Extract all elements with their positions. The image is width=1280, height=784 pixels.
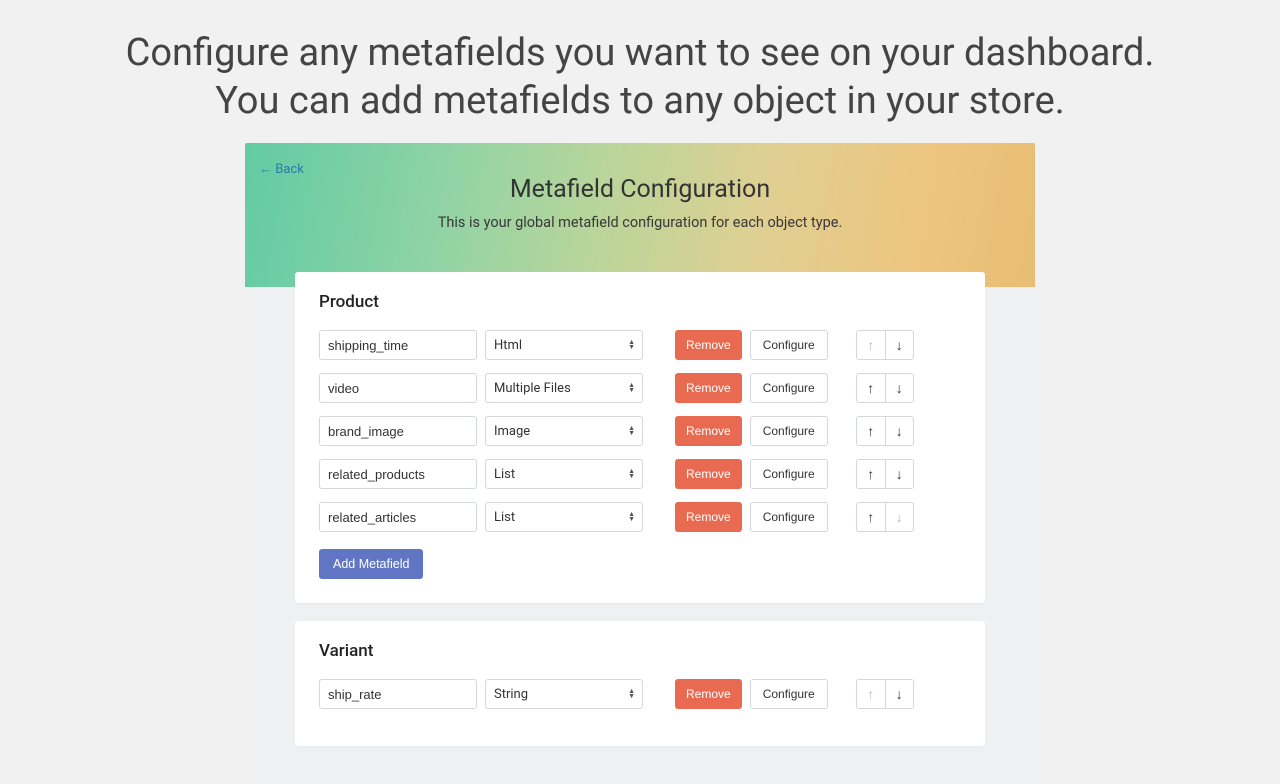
metafield-type-select[interactable]: List ▲▼: [485, 502, 643, 532]
reorder-group: ↑↓: [856, 679, 914, 709]
select-value: Html: [494, 338, 522, 353]
select-arrows-icon: ▲▼: [628, 340, 635, 350]
metafield-row: List ▲▼ Remove Configure ↑↓: [319, 502, 961, 532]
select-arrows-icon: ▲▼: [628, 383, 635, 393]
reorder-group: ↑↓: [856, 502, 914, 532]
metafield-row: Multiple Files ▲▼ Remove Configure ↑↓: [319, 373, 961, 403]
metafield-type-select[interactable]: Html ▲▼: [485, 330, 643, 360]
metafield-name-input[interactable]: [319, 459, 477, 489]
remove-button[interactable]: Remove: [675, 373, 742, 403]
section-title: Variant: [319, 641, 961, 661]
reorder-group: ↑↓: [856, 330, 914, 360]
metafield-name-input[interactable]: [319, 416, 477, 446]
select-value: List: [494, 467, 515, 482]
move-up-button[interactable]: ↑: [856, 416, 885, 446]
select-value: String: [494, 687, 528, 702]
back-link[interactable]: ← Back: [259, 161, 304, 177]
heading-line-2: You can add metafields to any object in …: [0, 78, 1280, 126]
configure-button[interactable]: Configure: [750, 330, 828, 360]
remove-button[interactable]: Remove: [675, 330, 742, 360]
configure-button[interactable]: Configure: [750, 502, 828, 532]
select-arrows-icon: ▲▼: [628, 512, 635, 522]
metafield-name-input[interactable]: [319, 502, 477, 532]
move-down-button: ↓: [885, 502, 914, 532]
remove-button[interactable]: Remove: [675, 679, 742, 709]
select-value: List: [494, 510, 515, 525]
select-arrows-icon: ▲▼: [628, 426, 635, 436]
configure-button[interactable]: Configure: [750, 416, 828, 446]
remove-button[interactable]: Remove: [675, 416, 742, 446]
metafield-name-input[interactable]: [319, 330, 477, 360]
move-up-button: ↑: [856, 679, 885, 709]
add-metafield-button[interactable]: Add Metafield: [319, 549, 423, 579]
marketing-heading: Configure any metafields you want to see…: [0, 0, 1280, 143]
move-down-button[interactable]: ↓: [885, 416, 914, 446]
move-down-button[interactable]: ↓: [885, 679, 914, 709]
select-value: Image: [494, 424, 530, 439]
metafield-type-select[interactable]: List ▲▼: [485, 459, 643, 489]
metafield-type-select[interactable]: String ▲▼: [485, 679, 643, 709]
select-value: Multiple Files: [494, 381, 571, 396]
metafield-row: List ▲▼ Remove Configure ↑↓: [319, 459, 961, 489]
section-card: ProductHtml▲▼RemoveConfigure↑↓Multiple F…: [295, 272, 985, 603]
move-up-button[interactable]: ↑: [856, 373, 885, 403]
metafield-type-select[interactable]: Multiple Files ▲▼: [485, 373, 643, 403]
configure-button[interactable]: Configure: [750, 459, 828, 489]
move-up-button[interactable]: ↑: [856, 502, 885, 532]
heading-line-1: Configure any metafields you want to see…: [0, 30, 1280, 78]
reorder-group: ↑↓: [856, 416, 914, 446]
cards-container: ProductHtml▲▼RemoveConfigure↑↓Multiple F…: [245, 272, 1035, 784]
configure-button[interactable]: Configure: [750, 679, 828, 709]
metafield-type-select[interactable]: Image ▲▼: [485, 416, 643, 446]
reorder-group: ↑↓: [856, 373, 914, 403]
select-arrows-icon: ▲▼: [628, 469, 635, 479]
page-subtitle: This is your global metafield configurat…: [245, 214, 1035, 231]
metafield-row: Html ▲▼ Remove Configure ↑↓: [319, 330, 961, 360]
move-up-button: ↑: [856, 330, 885, 360]
section-card: Variant String ▲▼ Remove Configure ↑↓: [295, 621, 985, 746]
select-arrows-icon: ▲▼: [628, 689, 635, 699]
reorder-group: ↑↓: [856, 459, 914, 489]
move-down-button[interactable]: ↓: [885, 330, 914, 360]
metafield-row: String ▲▼ Remove Configure ↑↓: [319, 679, 961, 709]
section-title: Product: [319, 292, 961, 312]
configure-button[interactable]: Configure: [750, 373, 828, 403]
metafield-name-input[interactable]: [319, 373, 477, 403]
move-down-button[interactable]: ↓: [885, 459, 914, 489]
move-down-button[interactable]: ↓: [885, 373, 914, 403]
metafield-name-input[interactable]: [319, 679, 477, 709]
move-up-button[interactable]: ↑: [856, 459, 885, 489]
remove-button[interactable]: Remove: [675, 459, 742, 489]
page-title: Metafield Configuration: [245, 175, 1035, 204]
app-window: ← Back Metafield Configuration This is y…: [245, 143, 1035, 784]
metafield-row: Image ▲▼ Remove Configure ↑↓: [319, 416, 961, 446]
app-header: ← Back Metafield Configuration This is y…: [245, 143, 1035, 287]
remove-button[interactable]: Remove: [675, 502, 742, 532]
